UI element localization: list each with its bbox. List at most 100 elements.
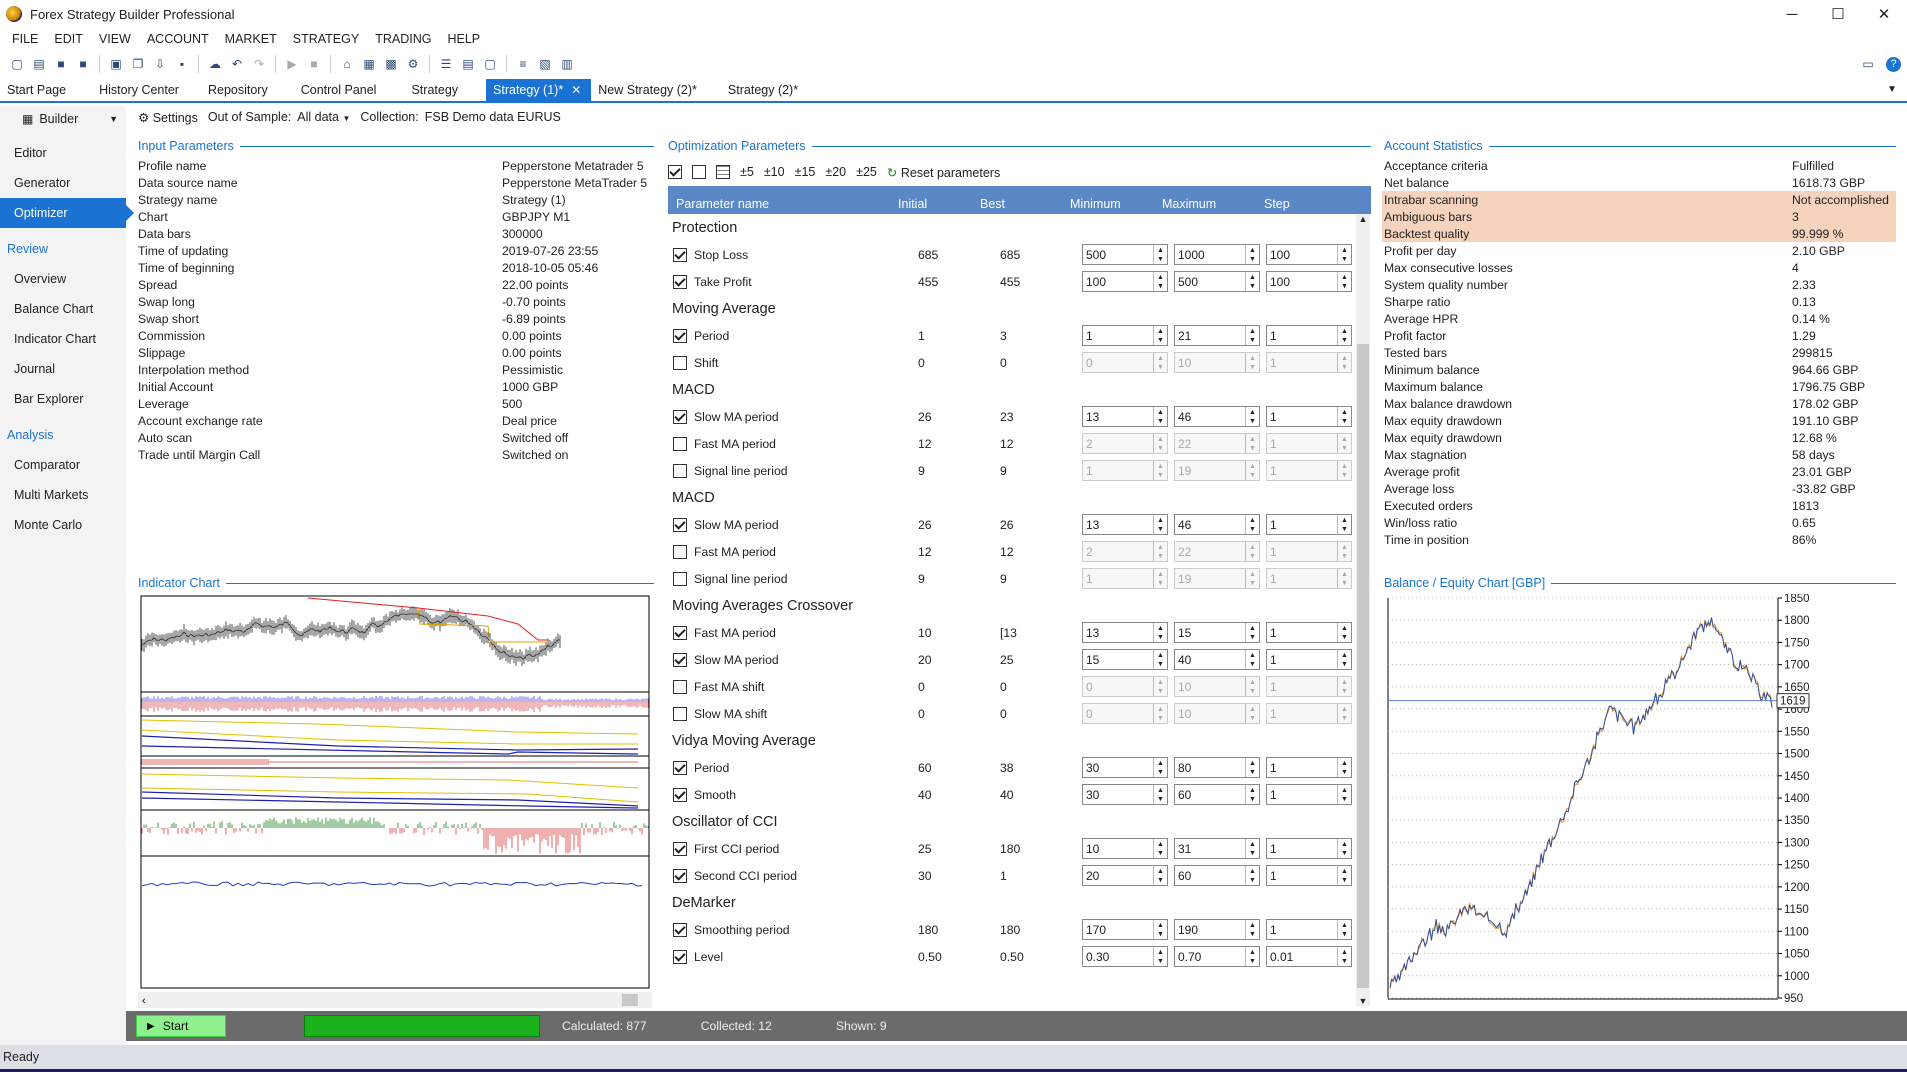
step-stepper[interactable]: 100 ▲ ▼ xyxy=(1266,244,1352,265)
parameter-checkbox[interactable] xyxy=(673,436,687,451)
stepper-arrows-icon[interactable]: ▲ ▼ xyxy=(1245,677,1259,696)
save-as-icon[interactable]: ■ xyxy=(74,55,92,73)
portfolio-icon[interactable]: ▥ xyxy=(558,55,576,73)
stepper-arrows-icon[interactable]: ▲ ▼ xyxy=(1153,920,1167,939)
maximum-stepper[interactable]: 21 ▲ ▼ xyxy=(1174,325,1260,346)
stepper-arrows-icon[interactable]: ▲ ▼ xyxy=(1337,569,1351,588)
stepper-arrows-icon[interactable]: ▲ ▼ xyxy=(1153,677,1167,696)
parameter-checkbox[interactable] xyxy=(673,463,687,478)
start-button[interactable]: ▶ Start xyxy=(136,1015,226,1037)
stepper-arrows-icon[interactable]: ▲ ▼ xyxy=(1337,704,1351,723)
scroll-down-icon[interactable]: ▼ xyxy=(1356,996,1370,1006)
stepper-arrows-icon[interactable]: ▲ ▼ xyxy=(1337,272,1351,291)
stepper-arrows-icon[interactable]: ▲ ▼ xyxy=(1245,704,1259,723)
minimum-stepper[interactable]: 10 ▲ ▼ xyxy=(1082,838,1168,859)
gear-icon[interactable]: ⚙ xyxy=(404,55,422,73)
stepper-arrows-icon[interactable]: ▲ ▼ xyxy=(1245,785,1259,804)
stepper-arrows-icon[interactable]: ▲ ▼ xyxy=(1153,326,1167,345)
step-stepper[interactable]: 1 ▲ ▼ xyxy=(1266,514,1352,535)
step-stepper[interactable]: 1 ▲ ▼ xyxy=(1266,838,1352,859)
cloud-icon[interactable]: ☁ xyxy=(206,55,224,73)
stepper-arrows-icon[interactable]: ▲ ▼ xyxy=(1337,461,1351,480)
maximum-stepper[interactable]: 60 ▲ ▼ xyxy=(1174,865,1260,886)
bars-icon[interactable]: ≡ xyxy=(514,55,532,73)
step-stepper[interactable]: 1 ▲ ▼ xyxy=(1266,676,1352,697)
minimum-stepper[interactable]: 0 ▲ ▼ xyxy=(1082,676,1168,697)
stop-icon[interactable]: ■ xyxy=(305,55,323,73)
scrollbar-thumb[interactable] xyxy=(1357,344,1369,988)
stepper-arrows-icon[interactable]: ▲ ▼ xyxy=(1337,650,1351,669)
home-icon[interactable]: ⌂ xyxy=(338,55,356,73)
parameter-checkbox[interactable] xyxy=(673,949,687,964)
sidebar-item-optimizer[interactable]: Optimizer xyxy=(0,198,134,228)
stepper-arrows-icon[interactable]: ▲ ▼ xyxy=(1153,353,1167,372)
parameter-checkbox[interactable] xyxy=(673,679,687,694)
stepper-arrows-icon[interactable]: ▲ ▼ xyxy=(1337,920,1351,939)
builder-selector[interactable]: ▦ Builder ▼ xyxy=(0,106,126,132)
minimum-stepper[interactable]: 13 ▲ ▼ xyxy=(1082,622,1168,643)
parameter-checkbox[interactable] xyxy=(673,544,687,559)
stepper-arrows-icon[interactable]: ▲ ▼ xyxy=(1153,515,1167,534)
parameter-checkbox[interactable] xyxy=(673,706,687,721)
stepper-arrows-icon[interactable]: ▲ ▼ xyxy=(1337,839,1351,858)
maximum-stepper[interactable]: 190 ▲ ▼ xyxy=(1174,919,1260,940)
parameter-checkbox[interactable] xyxy=(673,247,687,262)
minimum-stepper[interactable]: 2 ▲ ▼ xyxy=(1082,433,1168,454)
deselect-all-checkbox[interactable] xyxy=(692,165,706,179)
chat-icon[interactable]: ▭ xyxy=(1859,55,1877,73)
tab-repository[interactable]: Repository xyxy=(201,79,278,101)
balance-equity-chart[interactable]: 1850180017501700165016001550150014501400… xyxy=(1384,594,1898,1008)
stepper-arrows-icon[interactable]: ▲ ▼ xyxy=(1245,272,1259,291)
select-all-checkbox[interactable] xyxy=(668,165,682,179)
minimum-stepper[interactable]: 0 ▲ ▼ xyxy=(1082,352,1168,373)
stepper-arrows-icon[interactable]: ▲ ▼ xyxy=(1245,353,1259,372)
sidebar-item-generator[interactable]: Generator xyxy=(0,168,126,198)
tab-start-page[interactable]: Start Page xyxy=(0,79,76,101)
tabs-dropdown-icon[interactable]: ▼ xyxy=(1887,84,1897,95)
scroll-up-icon[interactable]: ▲ xyxy=(1356,214,1370,224)
stepper-arrows-icon[interactable]: ▲ ▼ xyxy=(1153,623,1167,642)
sidebar-item-journal[interactable]: Journal xyxy=(0,354,126,384)
maximum-stepper[interactable]: 46 ▲ ▼ xyxy=(1174,406,1260,427)
stepper-arrows-icon[interactable]: ▲ ▼ xyxy=(1337,434,1351,453)
stepper-arrows-icon[interactable]: ▲ ▼ xyxy=(1337,866,1351,885)
step-stepper[interactable]: 1 ▲ ▼ xyxy=(1266,541,1352,562)
play-icon[interactable]: ▶ xyxy=(283,55,301,73)
step-20-button[interactable]: ±20 xyxy=(825,165,846,179)
sidebar-item-indicator-chart[interactable]: Indicator Chart xyxy=(0,324,126,354)
step-5-button[interactable]: ±5 xyxy=(740,165,754,179)
stepper-arrows-icon[interactable]: ▲ ▼ xyxy=(1245,461,1259,480)
save-all-icon[interactable]: ▣ xyxy=(107,55,125,73)
save-icon[interactable]: ■ xyxy=(52,55,70,73)
step-stepper[interactable]: 1 ▲ ▼ xyxy=(1266,568,1352,589)
maximum-stepper[interactable]: 80 ▲ ▼ xyxy=(1174,757,1260,778)
stepper-arrows-icon[interactable]: ▲ ▼ xyxy=(1245,839,1259,858)
minimum-stepper[interactable]: 500 ▲ ▼ xyxy=(1082,244,1168,265)
stepper-arrows-icon[interactable]: ▲ ▼ xyxy=(1153,758,1167,777)
menu-strategy[interactable]: STRATEGY xyxy=(285,32,367,46)
stepper-arrows-icon[interactable]: ▲ ▼ xyxy=(1337,326,1351,345)
export-icon[interactable]: ⇩ xyxy=(151,55,169,73)
sidebar-item-editor[interactable]: Editor xyxy=(0,138,126,168)
step-15-button[interactable]: ±15 xyxy=(795,165,816,179)
parameter-checkbox[interactable] xyxy=(673,571,687,586)
stepper-arrows-icon[interactable]: ▲ ▼ xyxy=(1153,785,1167,804)
step-stepper[interactable]: 1 ▲ ▼ xyxy=(1266,784,1352,805)
sidebar-item-balance-chart[interactable]: Balance Chart xyxy=(0,294,126,324)
maximum-stepper[interactable]: 0.70 ▲ ▼ xyxy=(1174,946,1260,967)
parameter-checkbox[interactable] xyxy=(673,409,687,424)
list-icon[interactable]: ☰ xyxy=(437,55,455,73)
stepper-arrows-icon[interactable]: ▲ ▼ xyxy=(1153,569,1167,588)
minimum-stepper[interactable]: 15 ▲ ▼ xyxy=(1082,649,1168,670)
stepper-arrows-icon[interactable]: ▲ ▼ xyxy=(1245,407,1259,426)
menu-trading[interactable]: TRADING xyxy=(367,32,439,46)
stepper-arrows-icon[interactable]: ▲ ▼ xyxy=(1153,839,1167,858)
parameter-checkbox[interactable] xyxy=(673,787,687,802)
parameter-checkbox[interactable] xyxy=(673,355,687,370)
parameter-checkbox[interactable] xyxy=(673,841,687,856)
minimum-stepper[interactable]: 30 ▲ ▼ xyxy=(1082,757,1168,778)
stepper-arrows-icon[interactable]: ▲ ▼ xyxy=(1245,947,1259,966)
parameter-checkbox[interactable] xyxy=(673,868,687,883)
parameter-checkbox[interactable] xyxy=(673,517,687,532)
stepper-arrows-icon[interactable]: ▲ ▼ xyxy=(1337,785,1351,804)
